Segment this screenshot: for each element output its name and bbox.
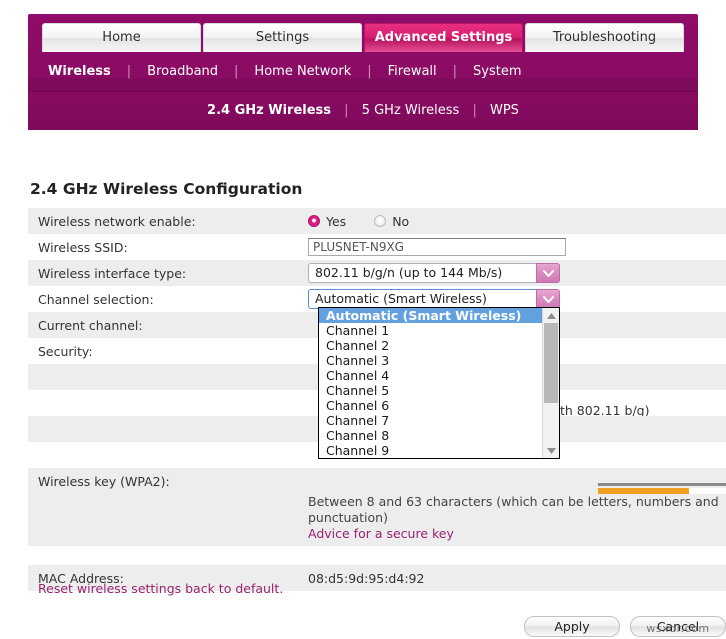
- interface-type-select[interactable]: 802.11 b/g/n (up to 144 Mb/s): [308, 263, 560, 283]
- row-network-enable: Wireless network enable: Yes No: [28, 208, 726, 234]
- channel-selection-dropdown-list[interactable]: Automatic (Smart Wireless) Channel 1 Cha…: [318, 307, 560, 459]
- label-current-channel: Current channel:: [28, 318, 308, 333]
- chevron-down-icon[interactable]: [536, 289, 560, 309]
- reset-wireless-settings-link[interactable]: Reset wireless settings back to default.: [38, 581, 283, 596]
- tab-home[interactable]: Home: [42, 23, 201, 52]
- channel-selection-select[interactable]: Automatic (Smart Wireless): [308, 289, 560, 309]
- scrollbar-track[interactable]: [543, 323, 559, 443]
- value-mac-address: 08:d5:9d:95:d4:92: [308, 571, 726, 586]
- field-interface-type: 802.11 b/g/n (up to 144 Mb/s): [308, 263, 726, 283]
- interface-type-select-value: 802.11 b/g/n (up to 144 Mb/s): [308, 263, 536, 283]
- label-interface-type: Wireless interface type:: [28, 266, 308, 281]
- dropdown-option-channel-6[interactable]: Channel 6: [319, 398, 542, 413]
- subnav-item-broadband[interactable]: Broadband: [131, 64, 234, 79]
- label-network-enable: Wireless network enable:: [28, 214, 308, 229]
- field-wireless-key-hint: Between 8 and 63 characters (which can b…: [308, 494, 726, 541]
- row-interface-type: Wireless interface type: 802.11 b/g/n (u…: [28, 260, 726, 286]
- ssid-input[interactable]: [308, 238, 566, 256]
- secondary-nav: Wireless | Broadband | Home Network | Fi…: [28, 52, 698, 91]
- router-header: Home Settings Advanced Settings Troubles…: [28, 14, 698, 130]
- row-spacer-before-mac: [28, 546, 726, 565]
- subnav-item-home-network[interactable]: Home Network: [238, 64, 367, 79]
- radio-network-enable-no[interactable]: [374, 215, 386, 227]
- channel-selection-select-value: Automatic (Smart Wireless): [308, 289, 536, 309]
- field-channel-selection: Automatic (Smart Wireless): [308, 289, 726, 309]
- label-radio-no: No: [392, 214, 409, 229]
- dropdown-options: Automatic (Smart Wireless) Channel 1 Cha…: [319, 308, 542, 458]
- field-network-enable: Yes No: [308, 214, 726, 229]
- dropdown-option-channel-7[interactable]: Channel 7: [319, 413, 542, 428]
- subnav-item-firewall[interactable]: Firewall: [372, 64, 453, 79]
- radio-network-enable-yes[interactable]: [308, 215, 320, 227]
- field-ssid: [308, 238, 726, 256]
- tab-advanced-settings[interactable]: Advanced Settings: [364, 23, 523, 52]
- row-wireless-key-hint: Between 8 and 63 characters (which can b…: [28, 494, 726, 546]
- primary-tabbar: Home Settings Advanced Settings Troubles…: [28, 14, 698, 52]
- tab-troubleshooting[interactable]: Troubleshooting: [525, 23, 684, 52]
- page-title: 2.4 GHz Wireless Configuration: [30, 180, 302, 198]
- subnav-item-wireless[interactable]: Wireless: [48, 64, 127, 79]
- label-ssid: Wireless SSID:: [28, 240, 308, 255]
- chevron-down-icon[interactable]: [536, 263, 560, 283]
- tertiarynav-item-wps[interactable]: WPS: [481, 103, 528, 118]
- subnav-item-system[interactable]: System: [457, 64, 537, 79]
- dropdown-option-automatic[interactable]: Automatic (Smart Wireless): [319, 308, 542, 323]
- label-wireless-key: Wireless key (WPA2):: [28, 474, 308, 489]
- label-security: Security:: [28, 344, 308, 359]
- tertiary-nav: 2.4 GHz Wireless | 5 GHz Wireless | WPS: [28, 91, 698, 130]
- dropdown-option-channel-9[interactable]: Channel 9: [319, 443, 542, 458]
- dropdown-option-channel-4[interactable]: Channel 4: [319, 368, 542, 383]
- dropdown-option-channel-5[interactable]: Channel 5: [319, 383, 542, 398]
- dropdown-option-channel-2[interactable]: Channel 2: [319, 338, 542, 353]
- tab-settings[interactable]: Settings: [203, 23, 362, 52]
- tertiarynav-item-5ghz-wireless[interactable]: 5 GHz Wireless: [353, 103, 469, 118]
- tertiarynav-item-24ghz-wireless[interactable]: 2.4 GHz Wireless: [198, 103, 340, 118]
- dropdown-option-channel-8[interactable]: Channel 8: [319, 428, 542, 443]
- apply-button[interactable]: Apply: [524, 616, 620, 637]
- form-button-bar: Apply Cancel wsxdr.com: [28, 616, 726, 637]
- tertiarynav-separator: |: [472, 103, 476, 118]
- scroll-down-icon[interactable]: [543, 443, 559, 458]
- key-strength-track: [598, 483, 726, 486]
- dropdown-option-channel-3[interactable]: Channel 3: [319, 353, 542, 368]
- dropdown-scrollbar[interactable]: [542, 308, 559, 458]
- scroll-up-icon[interactable]: [543, 308, 559, 323]
- cancel-button[interactable]: Cancel wsxdr.com: [630, 616, 726, 637]
- wireless-key-hint-line1: Between 8 and 63 characters (which can b…: [308, 494, 726, 510]
- label-channel-selection: Channel selection:: [28, 292, 308, 307]
- advice-for-secure-key-link[interactable]: Advice for a secure key: [308, 526, 726, 541]
- row-ssid: Wireless SSID:: [28, 234, 726, 260]
- wireless-key-hint-line2: punctuation): [308, 510, 726, 526]
- scrollbar-thumb[interactable]: [544, 323, 558, 403]
- label-radio-yes: Yes: [326, 214, 346, 229]
- tertiarynav-separator: |: [344, 103, 348, 118]
- row-wireless-key: Wireless key (WPA2):: [28, 468, 726, 494]
- dropdown-option-channel-1[interactable]: Channel 1: [319, 323, 542, 338]
- cancel-button-label: Cancel: [657, 619, 699, 634]
